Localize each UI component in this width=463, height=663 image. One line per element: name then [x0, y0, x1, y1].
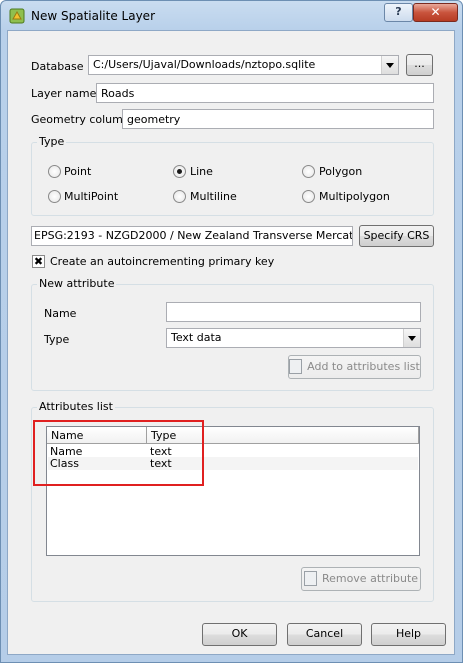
- window-title: New Spatialite Layer: [31, 9, 155, 23]
- remove-attribute-label: Remove attribute: [321, 572, 419, 585]
- chevron-down-icon[interactable]: [381, 56, 398, 74]
- ok-button[interactable]: OK: [202, 623, 277, 646]
- help-button[interactable]: Help: [371, 623, 446, 646]
- radio-line-label: Line: [190, 165, 213, 178]
- title-help-button[interactable]: ?: [384, 3, 413, 22]
- geometry-column-input[interactable]: [122, 109, 434, 129]
- layer-name-input[interactable]: [96, 83, 434, 103]
- cancel-button[interactable]: Cancel: [287, 623, 362, 646]
- title-bar: New Spatialite Layer ? ✕: [1, 1, 462, 31]
- highlight-annotation-box: [33, 420, 204, 486]
- radio-polygon-label: Polygon: [319, 165, 363, 178]
- add-attribute-label: Add to attributes list: [307, 360, 420, 373]
- radio-multipoint[interactable]: [48, 190, 61, 203]
- primary-key-label: Create an autoincrementing primary key: [50, 255, 275, 268]
- attribute-type-select[interactable]: Text data: [166, 328, 421, 348]
- attribute-name-label: Name: [44, 307, 77, 320]
- new-attribute-title: New attribute: [37, 277, 117, 290]
- type-group-title: Type: [37, 135, 67, 148]
- radio-multipoint-label: MultiPoint: [64, 190, 119, 203]
- radio-polygon[interactable]: [302, 165, 315, 178]
- radio-point-label: Point: [64, 165, 92, 178]
- radio-multipolygon[interactable]: [302, 190, 315, 203]
- radio-multipolygon-label: Multipolygon: [319, 190, 390, 203]
- specify-crs-button[interactable]: Specify CRS: [359, 225, 434, 247]
- remove-attribute-icon: [303, 570, 317, 586]
- layer-name-label: Layer name: [31, 87, 97, 100]
- geometry-column-label: Geometry column: [31, 113, 130, 126]
- radio-line[interactable]: [173, 165, 186, 178]
- attribute-type-value: Text data: [171, 331, 222, 344]
- database-value: C:/Users/Ujaval/Downloads/nztopo.sqlite: [93, 58, 316, 71]
- dialog-body: Database C:/Users/Ujaval/Downloads/nztop…: [7, 30, 455, 655]
- chevron-down-icon[interactable]: [403, 329, 420, 347]
- attribute-name-input[interactable]: [166, 302, 421, 322]
- database-label: Database: [31, 60, 84, 73]
- close-button[interactable]: ✕: [413, 3, 458, 22]
- add-attribute-button[interactable]: Add to attributes list: [288, 355, 421, 379]
- database-combo[interactable]: C:/Users/Ujaval/Downloads/nztopo.sqlite: [88, 55, 399, 75]
- qgis-app-icon: [9, 8, 25, 24]
- attributes-list-title: Attributes list: [37, 400, 115, 413]
- attribute-type-label: Type: [44, 333, 70, 346]
- radio-multiline-label: Multiline: [190, 190, 237, 203]
- browse-database-button[interactable]: ...: [406, 54, 433, 76]
- add-attribute-icon: [289, 358, 303, 374]
- type-group: [31, 142, 434, 216]
- radio-multiline[interactable]: [173, 190, 186, 203]
- remove-attribute-button[interactable]: Remove attribute: [301, 567, 421, 591]
- radio-point[interactable]: [48, 165, 61, 178]
- primary-key-checkbox[interactable]: ✖: [32, 255, 45, 268]
- crs-field[interactable]: EPSG:2193 - NZGD2000 / New Zealand Trans…: [31, 226, 353, 246]
